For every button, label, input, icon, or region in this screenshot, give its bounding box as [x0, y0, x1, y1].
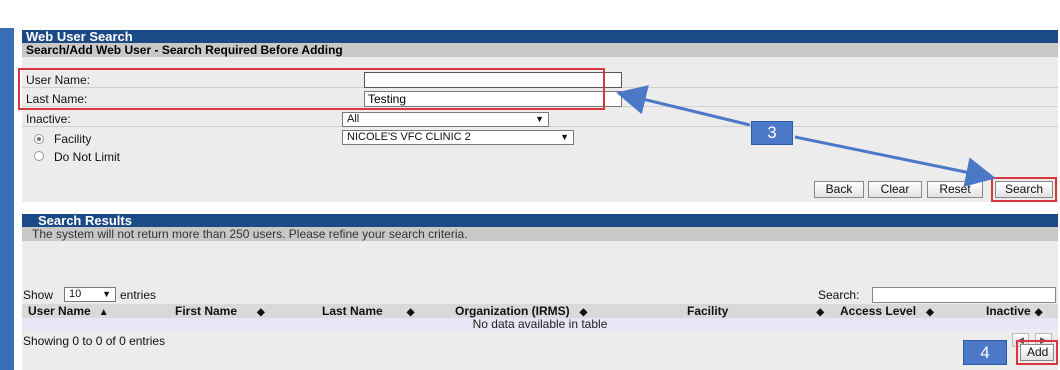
arrow-to-search-button	[794, 135, 996, 187]
annotation-arrows	[616, 85, 996, 187]
arrow-to-name-fields	[616, 85, 751, 127]
